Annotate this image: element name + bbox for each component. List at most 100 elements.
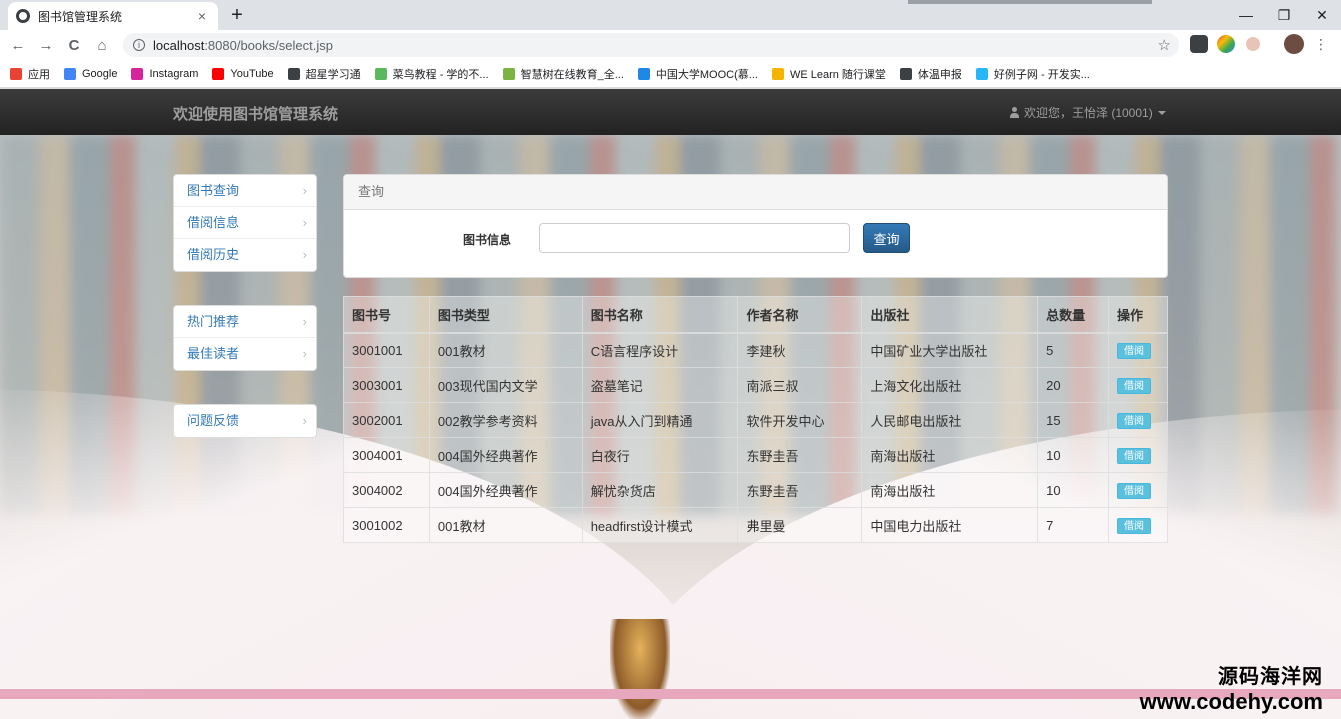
bookmark-favicon-icon xyxy=(502,67,515,80)
bookmark-favicon-icon xyxy=(771,67,784,80)
borrow-button[interactable]: 借阅 xyxy=(1117,412,1151,429)
table-row: 3004002 004国外经典著作 解忧杂货店 东野圭吾 南海出版社 10 借阅 xyxy=(343,472,1168,508)
table-cell: C语言程序设计 xyxy=(581,332,739,368)
table-header-row: 图书号 图书类型 图书名称 作者名称 出版社 总数量 操作 xyxy=(343,296,1168,334)
browser-tab[interactable]: 图书馆管理系统 × xyxy=(8,2,218,30)
bookmark-item[interactable]: 体温申报 xyxy=(899,66,962,82)
table-row: 3002001 002教学参考资料 java从入门到精通 软件开发中心 人民邮电出版社 1… xyxy=(343,402,1168,438)
home-button[interactable]: ⌂ xyxy=(88,37,116,54)
table-cell: headfirst设计模式 xyxy=(581,507,739,543)
table-row: 3001002 001教材 headfirst设计模式 弗里曼 中国电力出版社 7 借阅 xyxy=(343,507,1168,543)
sidebar-item[interactable]: 借阅信息 › xyxy=(174,207,316,239)
sidebar-item[interactable]: 最佳读者 › xyxy=(174,338,316,370)
forward-button[interactable]: → xyxy=(32,37,60,54)
table-cell: 软件开发中心 xyxy=(737,402,863,438)
table-cell: 白夜行 xyxy=(581,437,739,473)
address-bar[interactable]: i localhost:8080/books/select.jsp ☆ xyxy=(123,33,1179,57)
close-tab-icon[interactable]: × xyxy=(194,8,210,24)
bookmark-label: 中国大学MOOC(慕... xyxy=(655,68,758,81)
column-header: 操作 xyxy=(1108,296,1168,334)
bookmark-label: 智慧树在线教育_全... xyxy=(520,68,624,81)
column-header: 总数量 xyxy=(1037,296,1109,334)
bookmark-label: 好例子网 - 开发实... xyxy=(993,68,1090,81)
sidebar-item-label: 图书查询 xyxy=(187,183,240,198)
table-row: 3003001 003现代国内文学 盗墓笔记 南派三叔 上海文化出版社 20 借阅 xyxy=(343,367,1168,403)
table-cell: 003现代国内文学 xyxy=(428,367,583,403)
back-button[interactable]: ← xyxy=(4,37,32,54)
table-cell: 南海出版社 xyxy=(861,472,1039,508)
column-header: 图书类型 xyxy=(428,296,583,334)
table-cell: 3004002 xyxy=(343,472,430,508)
search-button[interactable]: 查询 xyxy=(863,223,910,253)
borrow-button[interactable]: 借阅 xyxy=(1117,377,1151,394)
bookmark-item[interactable]: Instagram xyxy=(131,67,198,80)
bookmarks-bar: 应用 Google Instagram YouTube 超星学习通 菜鸟教程 - 学的不.… xyxy=(0,60,1341,88)
bookmark-item[interactable]: 菜鸟教程 - 学的不... xyxy=(374,66,489,82)
watermark-line2: www.codehy.com xyxy=(1139,689,1323,714)
sidebar-item[interactable]: 热门推荐 › xyxy=(174,306,316,338)
url-path: :8080/books/select.jsp xyxy=(204,37,333,53)
table-cell: 东野圭吾 xyxy=(737,437,863,473)
chevron-right-icon: › xyxy=(302,247,307,262)
extension-color-icon[interactable] xyxy=(1217,35,1235,53)
user-menu[interactable]: 欢迎您，王怡泽 (10001) xyxy=(1009,104,1166,121)
bookmark-label: 菜鸟教程 - 学的不... xyxy=(392,68,489,81)
bookmark-label: WE Learn 随行课堂 xyxy=(789,68,886,81)
bookmark-item[interactable]: 智慧树在线教育_全... xyxy=(502,66,624,82)
sidebar-item[interactable]: 借阅历史 › xyxy=(174,239,316,271)
chevron-right-icon: › xyxy=(302,413,307,428)
books-table: 图书号 图书类型 图书名称 作者名称 出版社 总数量 操作 3001001 001教材 C语言程… xyxy=(343,296,1168,543)
sidebar-item[interactable]: 图书查询 › xyxy=(174,175,316,207)
sidebar-group-books: 图书查询 › 借阅信息 › 借阅历史 › xyxy=(173,174,317,272)
bookmark-favicon-icon xyxy=(975,67,988,80)
borrow-button[interactable]: 借阅 xyxy=(1117,517,1151,534)
chevron-right-icon: › xyxy=(302,314,307,329)
borrow-button[interactable]: 借阅 xyxy=(1117,482,1151,499)
borrow-button[interactable]: 借阅 xyxy=(1117,342,1151,359)
table-cell: 10 xyxy=(1037,472,1109,508)
tab-title: 图书馆管理系统 xyxy=(38,9,123,24)
close-window-button[interactable]: ✕ xyxy=(1303,0,1341,30)
table-body: 3001001 001教材 C语言程序设计 李建秋 中国矿业大学出版社 5 借阅 300300… xyxy=(343,332,1168,543)
bookmark-favicon-icon xyxy=(374,67,387,80)
minimize-button[interactable]: — xyxy=(1227,0,1265,30)
borrow-button[interactable]: 借阅 xyxy=(1117,447,1151,464)
table-cell: 李建秋 xyxy=(737,332,863,368)
extension-icon[interactable] xyxy=(1190,35,1208,53)
bookmark-favicon-icon xyxy=(637,67,650,80)
table-cell: 3002001 xyxy=(343,402,430,438)
new-tab-button[interactable]: + xyxy=(226,4,248,26)
bookmark-item[interactable]: 中国大学MOOC(慕... xyxy=(637,66,758,82)
top-navbar: 欢迎使用图书馆管理系统 欢迎您，王怡泽 (10001) xyxy=(0,89,1341,135)
bookmark-item[interactable]: WE Learn 随行课堂 xyxy=(771,66,886,82)
address-url: localhost:8080/books/select.jsp xyxy=(153,38,333,53)
menu-dots-icon[interactable]: ⋮ xyxy=(1314,35,1328,53)
watermark: 源码海洋网 www.codehy.com xyxy=(1140,660,1323,715)
sidebar-group-feedback: 问题反馈 › xyxy=(173,404,317,438)
sidebar-item[interactable]: 问题反馈 › xyxy=(174,405,316,437)
bookmark-item[interactable]: YouTube xyxy=(212,67,274,80)
table-cell: 3001001 xyxy=(343,332,430,368)
book-info-input[interactable] xyxy=(539,223,850,253)
table-cell: 004国外经典著作 xyxy=(428,472,583,508)
book-info-label: 图书信息 xyxy=(463,233,512,247)
maximize-button[interactable]: ❐ xyxy=(1265,0,1303,30)
site-info-icon[interactable]: i xyxy=(133,39,145,51)
action-cell: 借阅 xyxy=(1108,402,1168,438)
bookmark-favicon-icon xyxy=(287,67,300,80)
bookmark-item[interactable]: 超星学习通 xyxy=(287,66,361,82)
extension-shield-icon[interactable] xyxy=(1246,37,1260,51)
bookmark-label: YouTube xyxy=(230,67,274,80)
search-panel-title: 查询 xyxy=(344,175,1167,210)
bookmark-item[interactable]: Google xyxy=(64,67,117,80)
table-cell: 004国外经典著作 xyxy=(428,437,583,473)
bookmark-item[interactable]: 好例子网 - 开发实... xyxy=(975,66,1090,82)
profile-avatar[interactable] xyxy=(1284,34,1304,54)
brand-title[interactable]: 欢迎使用图书馆管理系统 xyxy=(173,103,338,124)
sidebar-item-label: 热门推荐 xyxy=(187,314,240,329)
table-cell: 002教学参考资料 xyxy=(428,402,583,438)
bookmark-star-icon[interactable]: ☆ xyxy=(1158,36,1171,54)
bookmark-item[interactable]: 应用 xyxy=(10,66,50,82)
page-content: 欢迎使用图书馆管理系统 欢迎您，王怡泽 (10001) 图书查询 › 借阅信息 › 借阅… xyxy=(0,89,1341,719)
reload-button[interactable]: C xyxy=(60,37,88,54)
